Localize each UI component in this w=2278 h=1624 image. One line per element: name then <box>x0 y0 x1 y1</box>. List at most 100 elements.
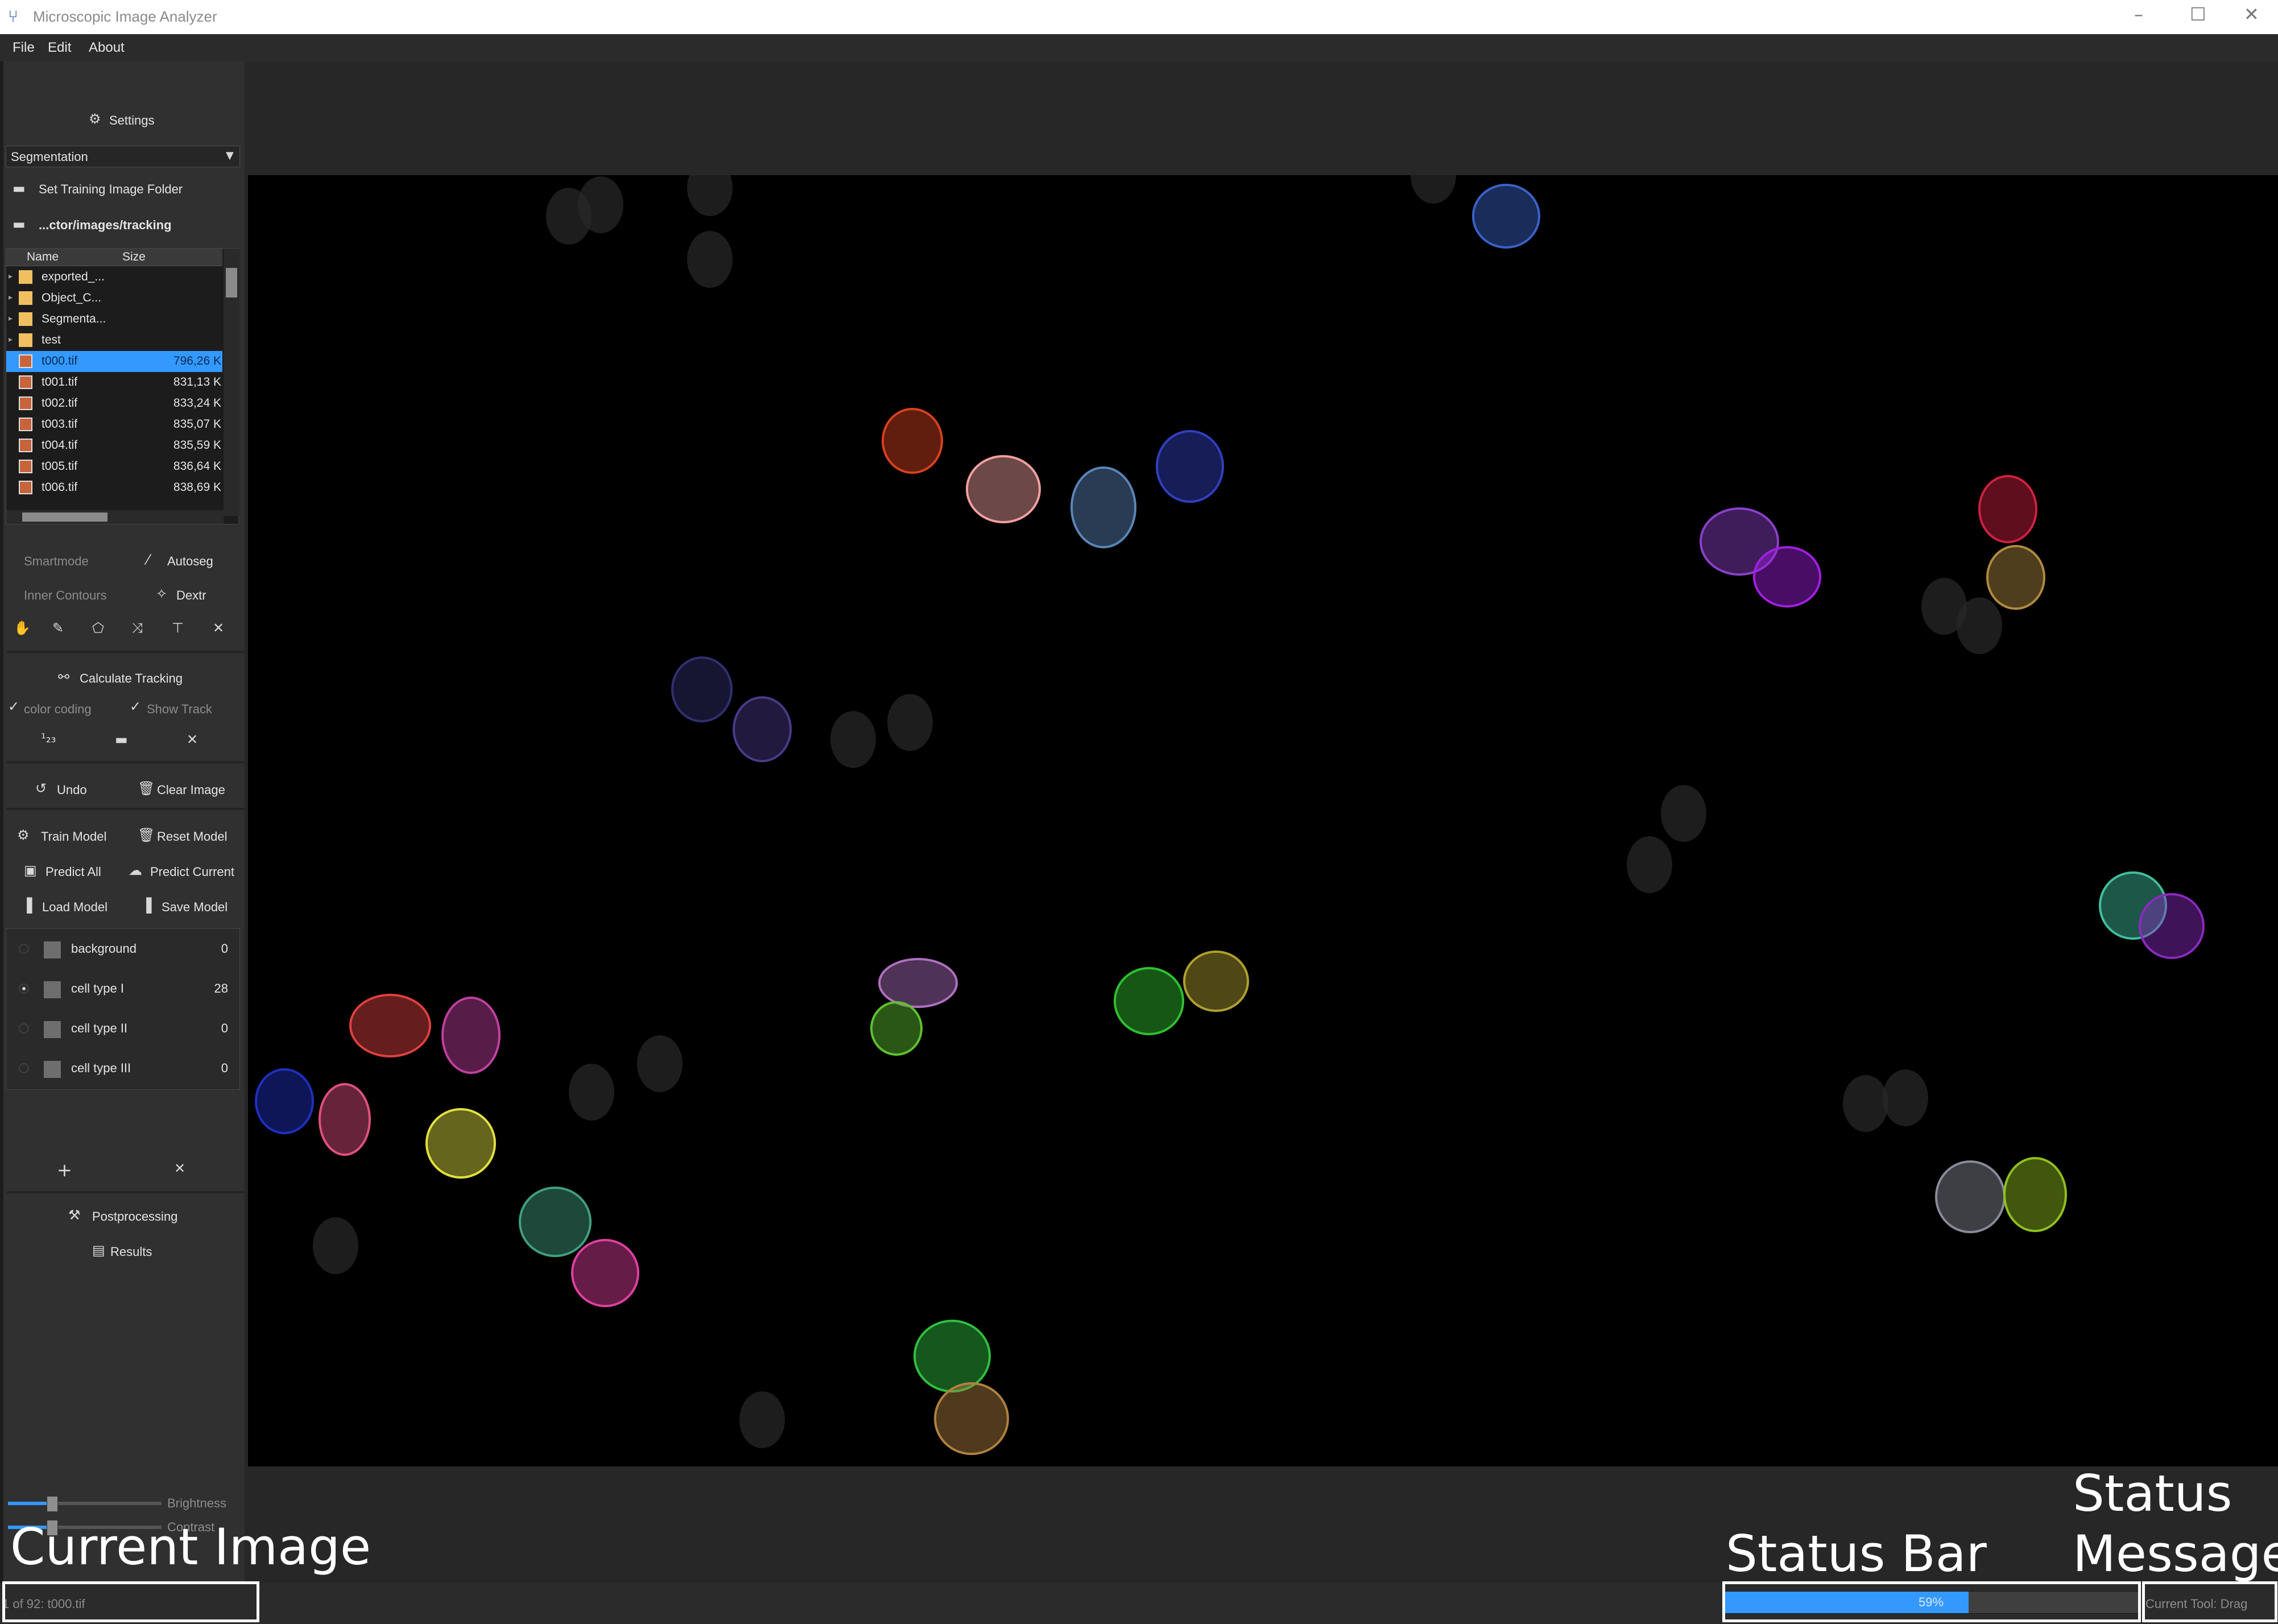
scrollbar-thumb[interactable] <box>226 268 237 297</box>
class-color-swatch[interactable] <box>44 981 61 998</box>
class-row[interactable]: background 0 <box>6 930 239 970</box>
segmented-cell[interactable] <box>1935 1160 2006 1233</box>
segmented-cell[interactable] <box>2003 1157 2067 1232</box>
class-color-swatch[interactable] <box>44 1021 61 1038</box>
class-row[interactable]: cell type III 0 <box>6 1049 239 1089</box>
current-folder-button[interactable]: ▬ ...ctor/images/tracking <box>9 214 237 237</box>
segmented-cell[interactable] <box>913 1320 991 1392</box>
add-class-icon[interactable]: + <box>57 1159 72 1181</box>
results-button[interactable]: ▤ Results <box>92 1240 172 1263</box>
file-row[interactable]: t005.tif 836,64 K <box>6 456 222 477</box>
minimize-icon[interactable]: – <box>2134 3 2143 25</box>
smartmode-toggle[interactable]: Smartmode <box>24 554 89 569</box>
segmented-cell[interactable] <box>1156 430 1224 503</box>
segmented-cell[interactable] <box>870 1001 923 1056</box>
remove-class-icon[interactable]: ✕ <box>174 1160 185 1176</box>
close-window-icon[interactable]: ✕ <box>2244 3 2259 25</box>
expand-arrow-icon[interactable]: ▸ <box>9 334 13 344</box>
class-list[interactable]: background 0 cell type I 28 cell type II 0 cel… <box>6 928 240 1090</box>
maximize-icon[interactable]: ☐ <box>2190 3 2206 25</box>
class-color-swatch[interactable] <box>44 941 61 958</box>
segmented-cell[interactable] <box>671 656 733 722</box>
segmented-cell[interactable] <box>966 455 1041 523</box>
folder-row[interactable]: ▸ test <box>6 330 222 351</box>
dextr-button[interactable]: ✧ Dextr <box>156 584 230 606</box>
segmented-cell[interactable] <box>2139 893 2205 959</box>
class-radio[interactable] <box>19 1023 29 1034</box>
clear-image-button[interactable]: 🗑 Clear Image <box>138 778 240 801</box>
file-row[interactable]: t004.tif 835,59 K <box>6 435 222 456</box>
segmented-cell[interactable] <box>1070 466 1136 548</box>
segmented-cell[interactable] <box>733 696 792 762</box>
file-row[interactable]: t000.tif 796,26 K <box>6 351 222 372</box>
segmented-cell[interactable] <box>934 1382 1009 1455</box>
segmented-cell[interactable] <box>1753 546 1821 608</box>
fill-icon[interactable]: ⊤ <box>172 620 184 636</box>
predict-current-button[interactable]: ☁ Predict Current <box>129 860 242 883</box>
segmented-cell[interactable] <box>1986 545 2045 610</box>
segmented-cell[interactable] <box>1114 967 1184 1035</box>
expand-arrow-icon[interactable]: ▸ <box>9 271 13 281</box>
menu-edit[interactable]: Edit <box>48 40 71 56</box>
segmented-cell[interactable] <box>441 997 501 1074</box>
segmented-cell[interactable] <box>519 1187 592 1257</box>
file-browser[interactable]: Name Size ▸ exported_... ▸ Object_C... ▸ Segm… <box>6 248 239 524</box>
checkmark-icon[interactable]: ✓ <box>130 699 141 714</box>
autoseg-button[interactable]: ⁄ Autoseg <box>147 549 232 572</box>
scrollbar-thumb[interactable] <box>22 513 108 522</box>
segmented-cell[interactable] <box>1183 951 1249 1012</box>
calculate-tracking-button[interactable]: ⚯ Calculate Tracking <box>58 667 200 689</box>
polygon-icon[interactable]: ⬠ <box>92 620 104 636</box>
train-model-button[interactable]: ⚙ Train Model <box>17 825 119 848</box>
file-row[interactable]: t001.tif 831,13 K <box>6 372 222 393</box>
swap-icon[interactable]: ⤨ <box>132 620 143 636</box>
file-row[interactable]: t002.tif 833,24 K <box>6 393 222 414</box>
segmented-cell[interactable] <box>1472 184 1540 249</box>
reset-model-button[interactable]: 🗑 Reset Model <box>138 825 240 848</box>
predict-all-button[interactable]: ▣ Predict All <box>24 860 126 883</box>
column-name-header[interactable]: Name <box>27 250 59 264</box>
folder-row[interactable]: ▸ exported_... <box>6 267 222 288</box>
segmented-cell[interactable] <box>571 1239 639 1307</box>
class-color-swatch[interactable] <box>44 1061 61 1078</box>
save-model-button[interactable]: ▐ Save Model <box>141 895 243 918</box>
menu-file[interactable]: File <box>13 40 35 56</box>
class-radio[interactable] <box>19 1063 29 1073</box>
settings-button[interactable]: ⚙ Settings <box>83 110 174 133</box>
image-canvas[interactable] <box>248 175 2278 1466</box>
expand-arrow-icon[interactable]: ▸ <box>9 313 13 323</box>
inner-contours-toggle[interactable]: Inner Contours <box>24 588 107 603</box>
segmented-cell[interactable] <box>882 408 943 474</box>
checkmark-icon[interactable]: ✓ <box>8 699 19 714</box>
segmented-cell[interactable] <box>878 958 958 1008</box>
set-training-folder-button[interactable]: ▬ Set Training Image Folder <box>9 178 237 201</box>
show-track-toggle[interactable]: Show Track <box>147 702 212 717</box>
column-size-header[interactable]: Size <box>122 250 146 264</box>
segmentation-overlay[interactable] <box>248 175 2278 1466</box>
class-row[interactable]: cell type II 0 <box>6 1010 239 1049</box>
segmented-cell[interactable] <box>425 1108 496 1179</box>
segmented-cell[interactable] <box>349 994 431 1057</box>
numbering-icon[interactable]: ¹₂₃ <box>41 732 56 746</box>
folder-row[interactable]: ▸ Segmenta... <box>6 309 222 330</box>
expand-arrow-icon[interactable]: ▸ <box>9 292 13 302</box>
box-icon[interactable]: ▬ <box>115 732 128 747</box>
file-row[interactable]: t006.tif 838,69 K <box>6 477 222 498</box>
hand-icon[interactable]: ✋ <box>14 620 31 636</box>
undo-button[interactable]: ↺ Undo <box>35 778 104 801</box>
color-coding-toggle[interactable]: color coding <box>24 702 92 717</box>
class-radio[interactable] <box>19 984 29 994</box>
mode-select[interactable]: Segmentation ▼ <box>6 146 240 167</box>
class-row[interactable]: cell type I 28 <box>6 970 239 1010</box>
file-list-vertical-scrollbar[interactable] <box>224 249 239 516</box>
file-list-horizontal-scrollbar[interactable] <box>6 510 224 524</box>
segmented-cell[interactable] <box>1978 475 2037 543</box>
menu-about[interactable]: About <box>89 40 125 56</box>
folder-row[interactable]: ▸ Object_C... <box>6 288 222 309</box>
pencil-icon[interactable]: ✎ <box>52 620 64 636</box>
postprocessing-button[interactable]: ⚒ Postprocessing <box>68 1205 193 1228</box>
brightness-slider-handle[interactable] <box>46 1496 58 1512</box>
file-row[interactable]: t003.tif 835,07 K <box>6 414 222 435</box>
close-icon[interactable]: ✕ <box>187 732 198 747</box>
segmented-cell[interactable] <box>255 1068 314 1134</box>
